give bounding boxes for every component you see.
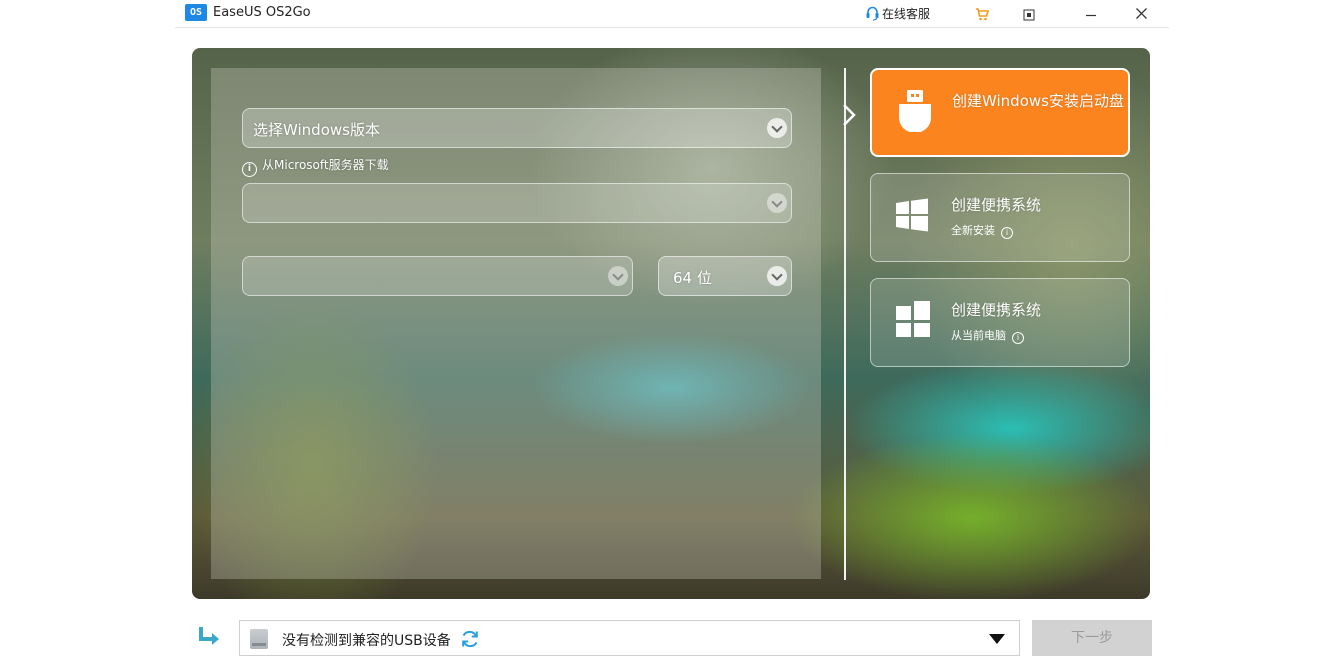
option-subtitle-row: 从当前电脑 i xyxy=(951,327,1024,344)
windows-logo-icon xyxy=(896,198,928,232)
windows-version-select[interactable]: 选择Windows版本 xyxy=(242,108,792,148)
cart-icon xyxy=(976,8,990,21)
dropdown-caret-icon xyxy=(989,634,1005,644)
app-title: EaseUS OS2Go xyxy=(213,5,311,20)
option-subtitle-row: 全新安装 i xyxy=(951,222,1013,239)
chevron-down-icon xyxy=(608,266,628,286)
minimize-icon xyxy=(1086,14,1096,17)
option-subtitle: 从当前电脑 xyxy=(951,329,1006,342)
app-window: OS EaseUS OS2Go 在线客服 选择Windows版本 i 从Micr… xyxy=(0,0,1344,672)
option-subtitle: 全新安装 xyxy=(951,224,995,237)
info-icon[interactable]: i xyxy=(1012,332,1024,344)
selection-pointer-icon xyxy=(843,104,856,126)
online-support-label: 在线客服 xyxy=(882,7,931,21)
architecture-select[interactable]: 64 位 xyxy=(658,256,792,296)
usb-drive-icon xyxy=(250,629,268,649)
refresh-icon[interactable] xyxy=(460,629,480,649)
settings-panel: 选择Windows版本 i 从Microsoft服务器下载 64 位 xyxy=(211,68,821,579)
title-bar: OS EaseUS OS2Go 在线客服 xyxy=(175,0,1169,28)
windows-version-placeholder: 选择Windows版本 xyxy=(253,121,380,139)
info-icon[interactable]: i xyxy=(1001,227,1013,239)
restore-icon xyxy=(1023,9,1035,21)
support-headset-icon xyxy=(866,6,879,21)
usb-drive-icon xyxy=(899,90,931,132)
edition-select[interactable] xyxy=(242,256,633,296)
download-source-note: i 从Microsoft服务器下载 xyxy=(242,156,389,177)
chevron-down-icon xyxy=(767,193,787,213)
close-button[interactable] xyxy=(1135,5,1148,24)
app-logo: OS xyxy=(185,4,207,21)
info-icon: i xyxy=(242,162,257,177)
device-status: 没有检测到兼容的USB设备 xyxy=(282,633,451,649)
online-support-button[interactable]: 在线客服 xyxy=(865,5,930,22)
cart-button[interactable] xyxy=(975,6,990,25)
main-banner: 选择Windows版本 i 从Microsoft服务器下载 64 位 创建Win… xyxy=(192,48,1150,599)
option-card-portable-current[interactable]: 创建便携系统 从当前电脑 i xyxy=(870,278,1130,367)
minimize-button[interactable] xyxy=(1085,6,1097,25)
step-divider xyxy=(844,68,846,580)
windows-tiles-icon xyxy=(896,301,930,337)
target-arrow-icon xyxy=(199,627,219,645)
next-button[interactable]: 下一步 xyxy=(1032,620,1152,656)
option-title: 创建便携系统 xyxy=(951,301,1042,319)
chevron-down-icon xyxy=(767,266,787,286)
restore-button[interactable] xyxy=(1023,6,1035,25)
architecture-value: 64 位 xyxy=(673,269,712,287)
language-select[interactable] xyxy=(242,183,792,223)
option-title: 创建便携系统 xyxy=(951,196,1042,214)
option-card-portable-new[interactable]: 创建便携系统 全新安装 i xyxy=(870,173,1130,262)
option-card-install-media[interactable]: 创建Windows安装启动盘 xyxy=(870,68,1130,157)
download-note-text: 从Microsoft服务器下载 xyxy=(262,158,389,172)
option-title: 创建Windows安装启动盘 xyxy=(952,92,1124,110)
usb-device-select[interactable]: 没有检测到兼容的USB设备 xyxy=(239,620,1020,656)
chevron-down-icon xyxy=(767,118,787,138)
close-icon xyxy=(1136,8,1147,19)
